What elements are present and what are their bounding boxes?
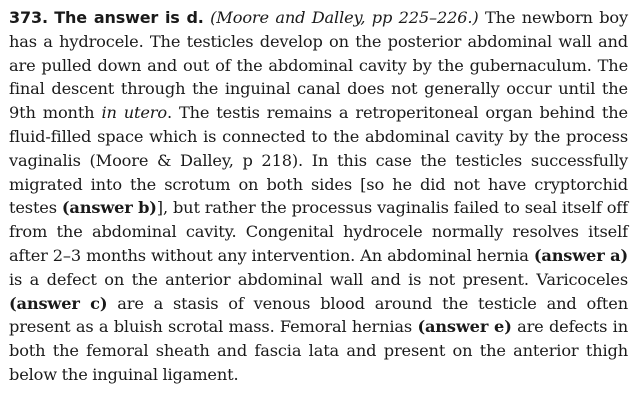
answer-paragraph: 373. The answer is d. (Moore and Dalley,… [9, 6, 628, 387]
in-utero-term: in utero [101, 103, 167, 123]
answer-c-reference: (answer c) [9, 293, 108, 313]
page: 373. The answer is d. (Moore and Dalley,… [0, 0, 637, 414]
citation: (Moore and Dalley, pp 225–226.) [210, 8, 479, 27]
explanation-text-4: is a defect on the anterior abdominal wa… [9, 269, 628, 289]
answer-heading: The answer is d. [54, 8, 204, 27]
answer-a-reference: (answer a) [533, 245, 628, 265]
question-number: 373. [9, 8, 48, 27]
answer-b-reference: (answer b) [61, 198, 157, 218]
answer-e-reference: (answer e) [417, 317, 512, 337]
